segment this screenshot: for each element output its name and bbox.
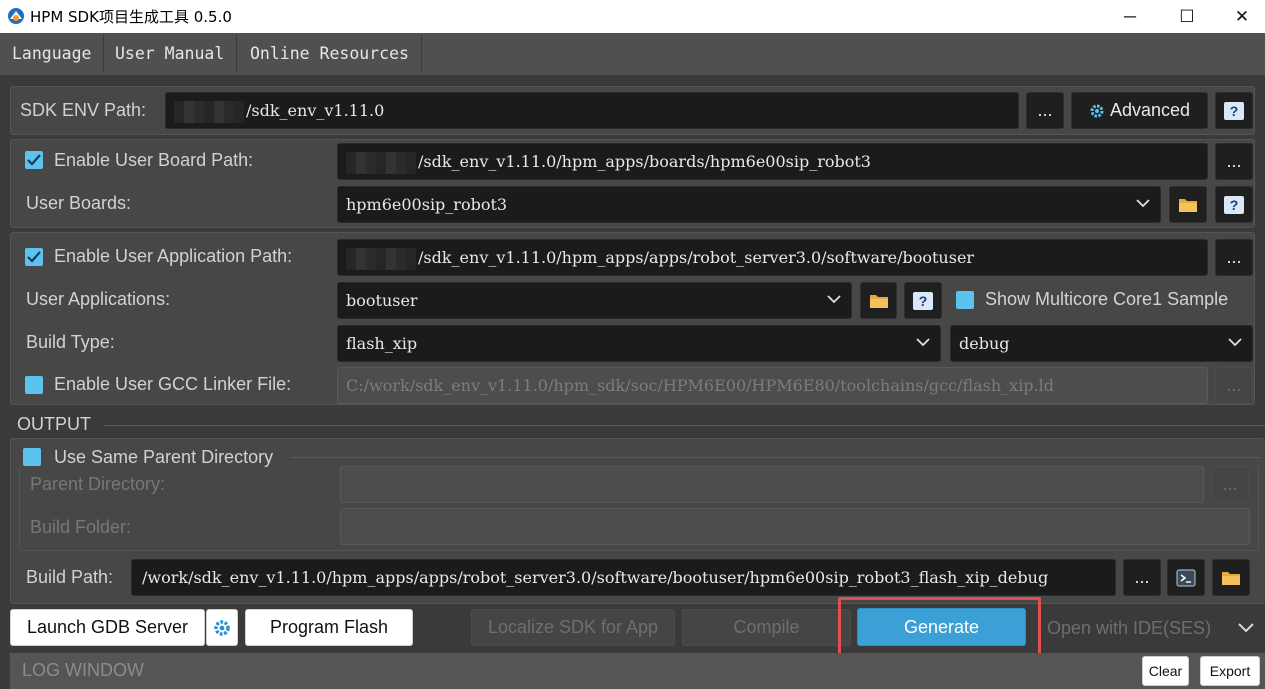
help-icon: ? xyxy=(1224,195,1244,214)
app-icon xyxy=(8,8,24,24)
localize-sdk-button[interactable]: Localize SDK for App xyxy=(471,609,675,646)
log-export-button[interactable]: Export xyxy=(1200,656,1260,686)
sdk-help-button[interactable]: ? xyxy=(1215,92,1253,129)
parent-dir-label: Parent Directory: xyxy=(30,474,166,494)
board-help-button[interactable]: ? xyxy=(1215,186,1253,223)
enable-board-checkbox[interactable] xyxy=(25,151,43,169)
output-section-label: OUTPUT xyxy=(17,414,91,434)
redacted-block xyxy=(346,247,416,270)
same-parent-checkbox[interactable] xyxy=(23,448,41,466)
advanced-button[interactable]: Advanced xyxy=(1071,92,1208,129)
redacted-block xyxy=(346,151,416,174)
help-icon: ? xyxy=(1224,101,1244,120)
advanced-label: Advanced xyxy=(1109,100,1191,120)
build-path-label: Build Path: xyxy=(26,567,114,587)
chevron-down-icon xyxy=(1136,199,1150,208)
user-boards-value: hpm6e00sip_robot3 xyxy=(346,195,508,214)
app-browse-button[interactable]: ... xyxy=(1215,239,1253,276)
same-parent-divider xyxy=(290,457,1260,458)
linker-path-field[interactable]: C:/work/sdk_env_v1.11.0/hpm_sdk/soc/HPM6… xyxy=(337,367,1208,404)
folder-icon xyxy=(1222,571,1240,585)
user-boards-select[interactable]: hpm6e00sip_robot3 xyxy=(337,186,1161,223)
build-folder-label: Build Folder: xyxy=(30,517,132,537)
user-apps-label: User Applications: xyxy=(26,289,171,309)
build-type-value: flash_xip xyxy=(346,334,418,353)
build-type-label: Build Type: xyxy=(26,332,115,352)
app-path-text: /sdk_env_v1.11.0/hpm_apps/apps/robot_ser… xyxy=(418,248,975,267)
log-window-bar xyxy=(10,653,1265,689)
chevron-down-icon[interactable] xyxy=(1238,620,1254,634)
gear-icon xyxy=(1090,104,1104,117)
user-apps-value: bootuser xyxy=(346,291,418,310)
checkmark-icon xyxy=(27,251,41,263)
chevron-down-icon xyxy=(916,338,930,347)
build-folder-open-button[interactable] xyxy=(1212,559,1250,596)
enable-board-label: Enable User Board Path: xyxy=(54,150,254,170)
enable-app-checkbox[interactable] xyxy=(25,248,43,266)
chevron-down-icon xyxy=(1228,338,1242,347)
chevron-down-icon xyxy=(827,295,841,304)
same-parent-label: Use Same Parent Directory xyxy=(54,447,274,467)
app-folder-button[interactable] xyxy=(860,282,897,319)
build-config-select[interactable]: debug xyxy=(950,325,1253,362)
enable-app-label: Enable User Application Path: xyxy=(54,246,293,266)
build-config-value: debug xyxy=(959,334,1010,353)
multicore-label: Show Multicore Core1 Sample xyxy=(985,289,1229,309)
app-path-field[interactable]: /sdk_env_v1.11.0/hpm_apps/apps/robot_ser… xyxy=(337,239,1208,276)
terminal-icon xyxy=(1176,569,1196,586)
log-clear-button[interactable]: Clear xyxy=(1142,656,1189,686)
program-flash-button[interactable]: Program Flash xyxy=(245,609,413,646)
linker-label: Enable User GCC Linker File: xyxy=(54,374,292,394)
board-browse-button[interactable]: ... xyxy=(1215,143,1253,180)
board-path-text: /sdk_env_v1.11.0/hpm_apps/boards/hpm6e00… xyxy=(418,152,871,171)
checkmark-icon xyxy=(27,154,41,166)
linker-checkbox[interactable] xyxy=(25,376,43,394)
board-path-field[interactable]: /sdk_env_v1.11.0/hpm_apps/boards/hpm6e00… xyxy=(337,143,1208,180)
sdk-env-path-field[interactable]: /sdk_env_v1.11.0 xyxy=(165,92,1019,129)
sdk-env-label: SDK ENV Path: xyxy=(20,100,147,120)
parent-dir-field[interactable] xyxy=(340,466,1204,503)
close-button[interactable]: ✕ xyxy=(1219,0,1265,33)
sdk-env-browse-button[interactable]: ... xyxy=(1026,92,1064,129)
menu-language[interactable]: Language xyxy=(0,35,105,73)
launch-gdb-button[interactable]: Launch GDB Server xyxy=(10,609,205,646)
terminal-button[interactable] xyxy=(1167,559,1205,596)
build-type-select[interactable]: flash_xip xyxy=(337,325,941,362)
window-title: HPM SDK项目生成工具 0.5.0 xyxy=(30,8,232,26)
redacted-block xyxy=(174,100,244,123)
user-apps-select[interactable]: bootuser xyxy=(337,282,852,319)
menu-bar: Language User Manual Online Resources xyxy=(0,33,1265,75)
minimize-button[interactable]: ─ xyxy=(1107,0,1153,33)
help-icon: ? xyxy=(913,291,933,310)
gear-icon xyxy=(214,619,230,636)
linker-browse-button[interactable]: ... xyxy=(1215,367,1253,404)
maximize-button[interactable]: ☐ xyxy=(1164,0,1210,33)
folder-icon xyxy=(869,294,888,308)
parent-dir-browse-button[interactable]: ... xyxy=(1211,466,1249,503)
build-path-field[interactable]: /work/sdk_env_v1.11.0/hpm_apps/apps/robo… xyxy=(131,559,1116,596)
app-help-button[interactable]: ? xyxy=(904,282,942,319)
user-boards-label: User Boards: xyxy=(26,193,132,213)
sdk-env-path-text: /sdk_env_v1.11.0 xyxy=(246,101,385,120)
multicore-checkbox[interactable] xyxy=(956,291,974,309)
menu-user-manual[interactable]: User Manual xyxy=(103,35,238,73)
build-folder-field[interactable] xyxy=(340,508,1250,545)
open-ide-button[interactable]: Open with IDE(SES) xyxy=(1047,618,1211,639)
build-path-browse-button[interactable]: ... xyxy=(1123,559,1161,596)
title-bar: HPM SDK项目生成工具 0.5.0 ─ ☐ ✕ xyxy=(0,0,1265,33)
log-window-title: LOG WINDOW xyxy=(22,660,144,680)
board-folder-button[interactable] xyxy=(1169,186,1207,223)
output-divider xyxy=(104,425,1265,426)
menu-online-resources[interactable]: Online Resources xyxy=(238,35,422,73)
folder-icon xyxy=(1179,198,1197,212)
generate-button[interactable]: Generate xyxy=(857,608,1026,646)
gdb-settings-button[interactable] xyxy=(206,609,238,646)
compile-button[interactable]: Compile xyxy=(682,609,851,646)
